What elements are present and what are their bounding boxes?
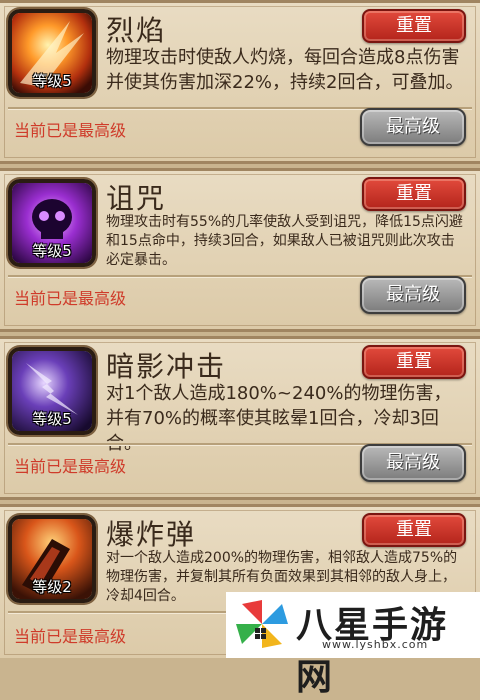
skill-level-label: 等级5 (32, 242, 72, 260)
skill-name: 暗影冲击 (106, 350, 227, 383)
skill-card-lieyan: 等级5 烈焰 重置 物理攻击时使敌人灼烧，每回合造成8点伤害并使其伤害加深22%… (0, 0, 480, 164)
skill-name: 烈焰 (106, 14, 167, 47)
max-level-button[interactable]: 最高级 (360, 108, 466, 146)
max-level-button[interactable]: 最高级 (360, 276, 466, 314)
skill-description: 物理攻击时使敌人灼烧，每回合造成8点伤害并使其伤害加深22%，持续2回合，可叠加… (106, 47, 464, 93)
purple-skull-icon: 等级5 (8, 179, 96, 267)
colorful-pinwheel-logo-icon (236, 600, 288, 648)
status-text: 当前已是最高级 (14, 457, 127, 476)
fire-slash-icon: 等级5 (8, 9, 96, 97)
reset-button[interactable]: 重置 (362, 345, 466, 379)
reset-button[interactable]: 重置 (362, 177, 466, 211)
skill-description: 物理攻击时有55%的几率使敌人受到诅咒，降低15点闪避和15点命中，持续3回合，… (106, 214, 463, 268)
skill-name: 诅咒 (106, 182, 167, 215)
site-watermark: 八星手游网 www.lyshbx.com (226, 592, 480, 698)
shadow-strike-icon: 等级5 (8, 347, 96, 435)
reset-button[interactable]: 重置 (362, 513, 466, 547)
skill-card-anying-chongji: 等级5 暗影冲击 重置 对1个敌人造成180%~240%的物理伤害，并有70%的… (0, 336, 480, 500)
skill-name: 爆炸弹 (106, 518, 197, 551)
skill-card-zuzhou: 等级5 诅咒 重置 物理攻击时有55%的几率使敌人受到诅咒，降低15点闪避和15… (0, 168, 480, 332)
max-level-button[interactable]: 最高级 (360, 444, 466, 482)
skill-level-label: 等级5 (32, 410, 72, 428)
status-text: 当前已是最高级 (14, 289, 127, 308)
skill-level-label: 等级5 (32, 72, 72, 90)
skill-level-label: 等级2 (32, 578, 72, 596)
watermark-url: www.lyshbx.com (322, 638, 429, 651)
reset-button[interactable]: 重置 (362, 9, 466, 43)
status-text: 当前已是最高级 (14, 627, 127, 646)
explosive-bomb-icon: 等级2 (8, 515, 96, 603)
status-text: 当前已是最高级 (14, 121, 127, 140)
